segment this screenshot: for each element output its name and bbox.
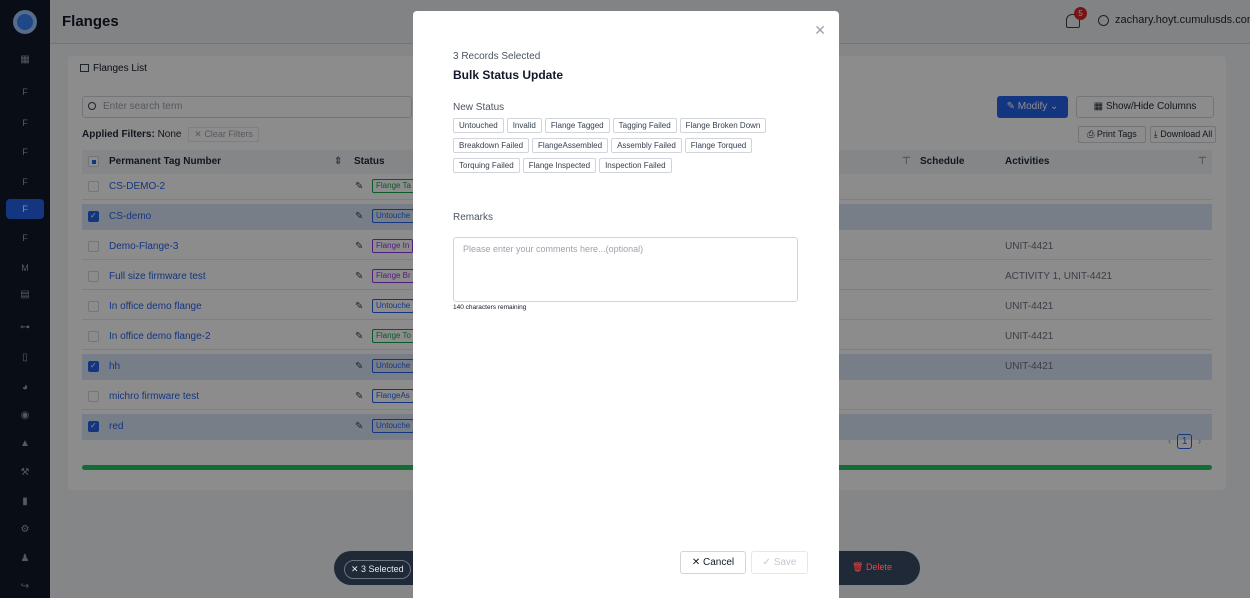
modal-title: Bulk Status Update bbox=[453, 68, 564, 82]
delete-button[interactable]: 🗑 Delete bbox=[852, 562, 892, 573]
bulk-status-modal: ✕ 3 Records Selected Bulk Status Update … bbox=[413, 11, 839, 598]
remarks-placeholder: Please enter your comments here...(optio… bbox=[463, 244, 644, 254]
new-status-label: New Status bbox=[453, 102, 505, 113]
records-selected: 3 Records Selected bbox=[453, 51, 541, 62]
close-icon[interactable]: ✕ bbox=[814, 22, 826, 39]
status-option-chip[interactable]: Untouched bbox=[453, 118, 504, 133]
status-option-chip[interactable]: Flange Inspected bbox=[522, 158, 597, 173]
status-option-chip[interactable]: Flange Torqued bbox=[684, 138, 753, 153]
status-options: Untouched Invalid Flange Tagged Tagging Fai… bbox=[453, 118, 793, 178]
status-option-chip[interactable]: Invalid bbox=[506, 118, 542, 133]
status-option-chip[interactable]: Breakdown Failed bbox=[453, 138, 530, 153]
status-option-chip[interactable]: Flange Tagged bbox=[544, 118, 610, 133]
cancel-label: Cancel bbox=[703, 557, 735, 568]
selected-count: 3 Selected bbox=[361, 564, 404, 574]
delete-label: Delete bbox=[865, 562, 892, 572]
save-button[interactable]: ✓ Save bbox=[751, 551, 808, 574]
remarks-label: Remarks bbox=[453, 212, 494, 223]
status-option-chip[interactable]: Torquing Failed bbox=[453, 158, 520, 173]
selected-count-pill[interactable]: ✕ 3 Selected bbox=[344, 560, 411, 579]
status-option-chip[interactable]: Inspection Failed bbox=[599, 158, 672, 173]
status-option-chip[interactable]: FlangeAssembled bbox=[532, 138, 609, 153]
status-option-chip[interactable]: Assembly Failed bbox=[611, 138, 682, 153]
characters-remaining: 140 characters remaining bbox=[453, 304, 527, 311]
cancel-button[interactable]: ✕ Cancel bbox=[680, 551, 746, 574]
save-label: Save bbox=[773, 557, 797, 568]
status-option-chip[interactable]: Tagging Failed bbox=[612, 118, 677, 133]
remarks-textarea[interactable]: Please enter your comments here...(optio… bbox=[453, 237, 798, 302]
status-option-chip[interactable]: Flange Broken Down bbox=[679, 118, 767, 133]
